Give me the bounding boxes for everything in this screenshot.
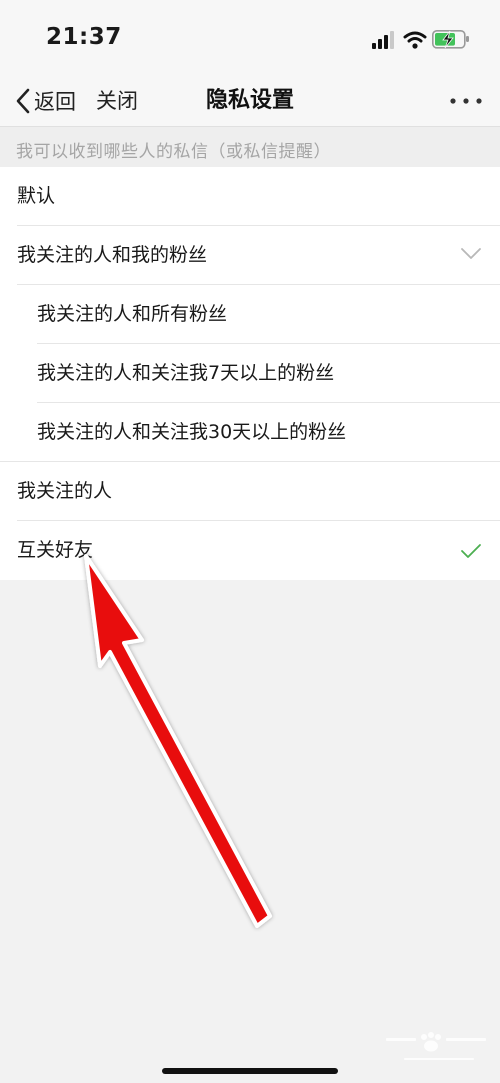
home-indicator xyxy=(162,1068,338,1074)
watermark-logo xyxy=(386,1032,486,1060)
annotation-arrow xyxy=(84,554,272,928)
